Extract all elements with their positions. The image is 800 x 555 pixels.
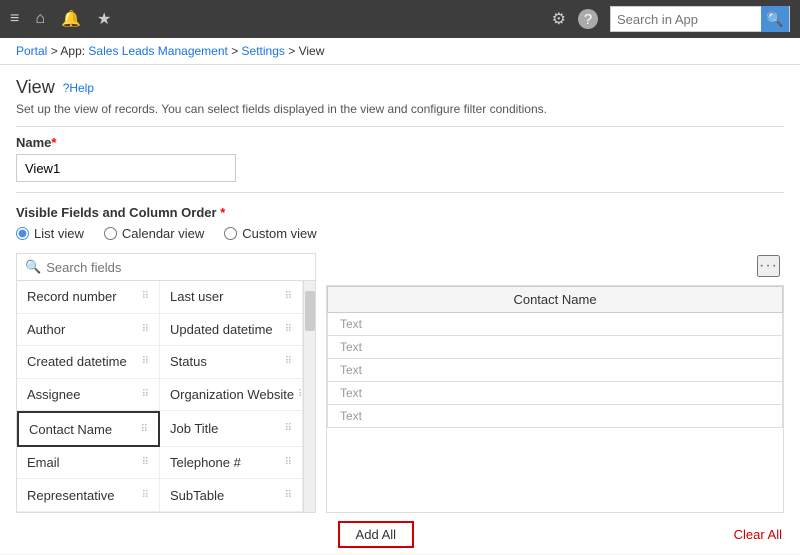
field-email[interactable]: Email⠿	[17, 447, 160, 480]
scrollbar[interactable]	[303, 281, 315, 512]
breadcrumb-portal[interactable]: Portal	[16, 44, 47, 58]
preview-text-2: Text	[328, 336, 783, 359]
star-icon[interactable]: ★	[97, 9, 111, 29]
table-row: Text	[328, 405, 783, 428]
right-panels: ··· Contact Name Text Text Text Text Tex…	[326, 253, 784, 513]
field-record-number[interactable]: Record number⠿	[17, 281, 160, 314]
field-subtable[interactable]: SubTable⠿	[160, 479, 303, 512]
page-title: View	[16, 77, 55, 98]
field-assignee[interactable]: Assignee⠿	[17, 379, 160, 412]
topbar-left-icons: ≡ ⌂ 🔔 ★	[10, 9, 552, 29]
field-status[interactable]: Status⠿	[160, 346, 303, 379]
menu-icon[interactable]: ≡	[10, 10, 19, 28]
preview-panel: Contact Name Text Text Text Text Text	[326, 285, 784, 513]
search-input[interactable]	[611, 12, 761, 27]
field-telephone[interactable]: Telephone #⠿	[160, 447, 303, 480]
field-contact-name[interactable]: Contact Name⠿	[17, 411, 160, 447]
help-icon[interactable]: ?	[578, 9, 598, 29]
home-icon[interactable]: ⌂	[35, 10, 45, 28]
add-all-button[interactable]: Add All	[338, 521, 414, 548]
visible-fields-label: Visible Fields and Column Order *	[16, 205, 784, 220]
search-fields-bar: 🔍	[17, 254, 315, 281]
search-button[interactable]: 🔍	[761, 6, 789, 32]
divider-2	[16, 192, 784, 193]
radio-list-view[interactable]: List view	[16, 226, 84, 241]
table-row: Text	[328, 336, 783, 359]
notification-icon[interactable]: 🔔	[61, 9, 81, 29]
table-row: Text	[328, 313, 783, 336]
breadcrumb-sep1: >	[51, 44, 61, 58]
search-fields-icon: 🔍	[25, 259, 41, 275]
topbar: ≡ ⌂ 🔔 ★ ⚙ ? 🔍	[0, 0, 800, 38]
help-link[interactable]: ?Help	[63, 81, 94, 95]
radio-custom-view[interactable]: Custom view	[224, 226, 316, 241]
main-content: View ?Help Set up the view of records. Y…	[0, 65, 800, 554]
right-top-bar: ···	[326, 253, 784, 279]
preview-text-1: Text	[328, 313, 783, 336]
clear-all-button[interactable]: Clear All	[734, 527, 782, 542]
field-selector-panel: 🔍 Record number⠿ Last user⠿ Author⠿ Upda	[16, 253, 316, 513]
field-representative[interactable]: Representative⠿	[17, 479, 160, 512]
field-last-user[interactable]: Last user⠿	[160, 281, 303, 314]
field-job-title[interactable]: Job Title⠿	[160, 411, 303, 447]
breadcrumb-sep3: >	[288, 44, 298, 58]
search-container: 🔍	[610, 6, 790, 32]
fields-panel-container: 🔍 Record number⠿ Last user⠿ Author⠿ Upda	[16, 253, 784, 513]
settings-icon[interactable]: ⚙	[552, 9, 566, 29]
breadcrumb-settings[interactable]: Settings	[242, 44, 285, 58]
preview-text-3: Text	[328, 359, 783, 382]
divider-1	[16, 126, 784, 127]
table-row: Text	[328, 359, 783, 382]
breadcrumb-current: View	[299, 44, 325, 58]
field-org-website[interactable]: Organization Website⠿	[160, 379, 303, 412]
name-field[interactable]	[16, 154, 236, 182]
field-created-datetime[interactable]: Created datetime⠿	[17, 346, 160, 379]
fields-grid: Record number⠿ Last user⠿ Author⠿ Update…	[17, 281, 303, 512]
preview-header-contact-name: Contact Name	[328, 287, 783, 313]
topbar-right: ⚙ ? 🔍	[552, 6, 790, 32]
preview-table: Contact Name Text Text Text Text Text	[327, 286, 783, 428]
preview-text-4: Text	[328, 382, 783, 405]
view-type-radio-group: List view Calendar view Custom view	[16, 226, 784, 241]
more-options-button[interactable]: ···	[757, 255, 780, 277]
field-author[interactable]: Author⠿	[17, 314, 160, 347]
radio-calendar-view[interactable]: Calendar view	[104, 226, 204, 241]
bottom-bar: Add All Clear All	[16, 521, 784, 548]
visible-required: *	[217, 205, 226, 220]
page-description: Set up the view of records. You can sele…	[16, 102, 784, 116]
scroll-thumb	[305, 291, 315, 331]
field-updated-datetime[interactable]: Updated datetime⠿	[160, 314, 303, 347]
name-label: Name*	[16, 135, 784, 150]
breadcrumb: Portal > App: Sales Leads Management > S…	[0, 38, 800, 65]
preview-text-5: Text	[328, 405, 783, 428]
name-required: *	[51, 135, 56, 150]
breadcrumb-app-name[interactable]: Sales Leads Management	[88, 44, 227, 58]
search-fields-input[interactable]	[46, 260, 307, 275]
table-row: Text	[328, 382, 783, 405]
breadcrumb-sep2: >	[231, 44, 241, 58]
breadcrumb-app-label: App:	[60, 44, 85, 58]
